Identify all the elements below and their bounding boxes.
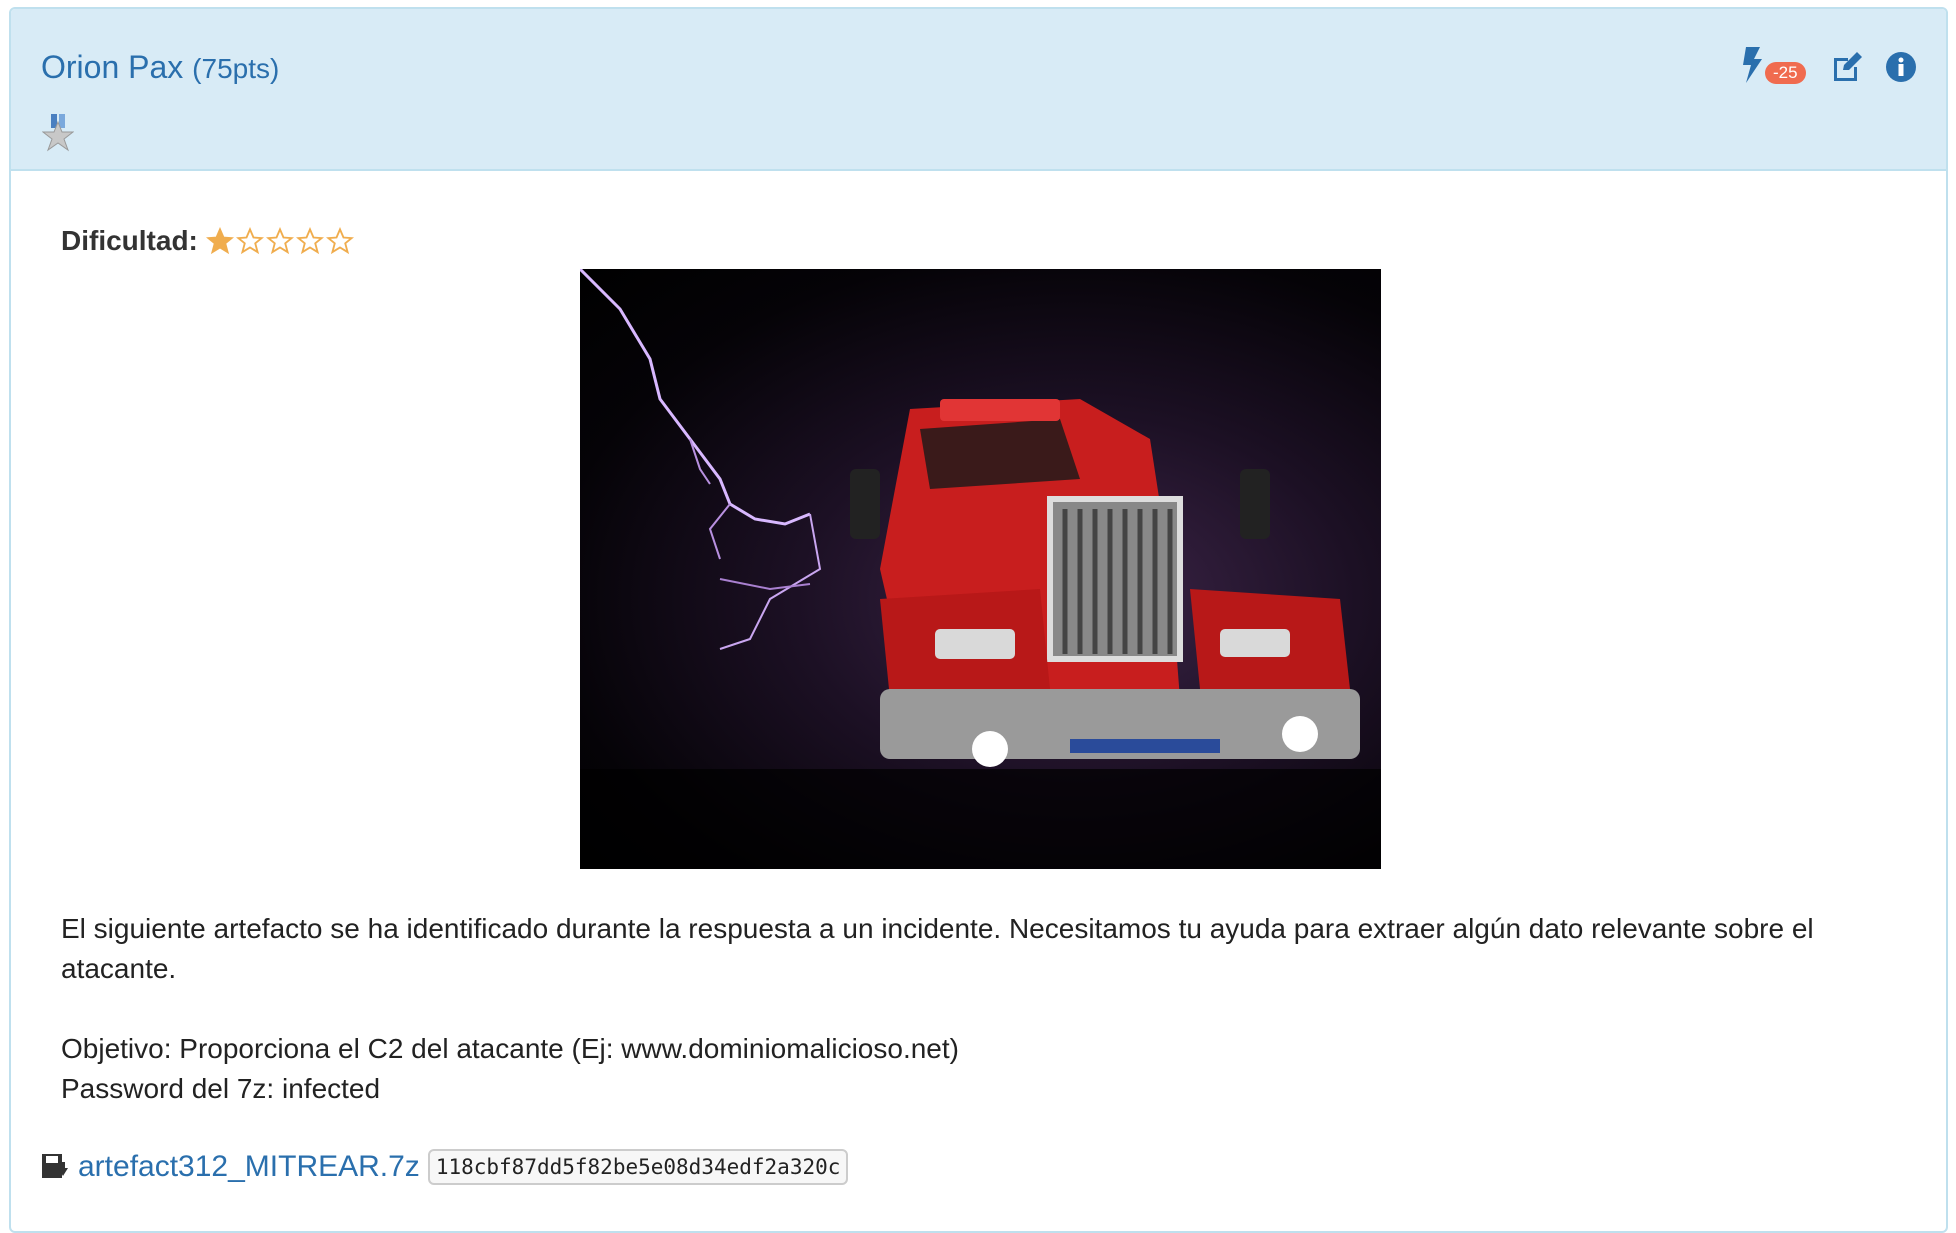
header-tools: -25	[1740, 47, 1918, 87]
star-filled-icon	[205, 227, 234, 255]
bolt-button[interactable]: -25	[1740, 47, 1810, 87]
attachment: artefact312_MITREAR.7z 118cbf87dd5f82be5…	[40, 1149, 849, 1185]
objective-text: Objetivo: Proporciona el C2 del atacante…	[61, 1033, 959, 1064]
info-icon[interactable]	[1884, 50, 1918, 84]
star-empty-icon	[325, 227, 354, 255]
file-hash: 118cbf87dd5f82be5e08d34edf2a320c	[427, 1149, 849, 1185]
points-label: (75pts)	[192, 53, 280, 84]
card-body: Dificultad: El siguiente artefacto se ha…	[11, 171, 1946, 1231]
medal-star-icon	[41, 114, 75, 154]
bolt-icon	[1743, 47, 1762, 83]
description-paragraph: El siguiente artefacto se ha identificad…	[61, 913, 1814, 984]
card-header: Orion Pax (75pts) -25	[11, 9, 1946, 171]
difficulty-rating: Dificultad:	[61, 225, 354, 257]
bolt-badge: -25	[1765, 62, 1806, 84]
star-empty-icon	[295, 227, 324, 255]
password-text: Password del 7z: infected	[61, 1073, 381, 1104]
attachment-link[interactable]: artefact312_MITREAR.7z	[78, 1150, 420, 1184]
edit-icon[interactable]	[1830, 50, 1864, 84]
star-empty-icon	[235, 227, 264, 255]
challenge-image	[580, 269, 1381, 869]
difficulty-label: Dificultad:	[61, 225, 198, 256]
author-name: Orion Pax	[41, 49, 184, 85]
challenge-title: Orion Pax (75pts)	[41, 49, 279, 86]
challenge-card: Orion Pax (75pts) -25 Dificultad: El sig…	[9, 7, 1948, 1233]
download-file-icon	[42, 1154, 68, 1178]
star-empty-icon	[265, 227, 294, 255]
challenge-description: El siguiente artefacto se ha identificad…	[61, 909, 1911, 1109]
difficulty-stars	[205, 227, 354, 255]
